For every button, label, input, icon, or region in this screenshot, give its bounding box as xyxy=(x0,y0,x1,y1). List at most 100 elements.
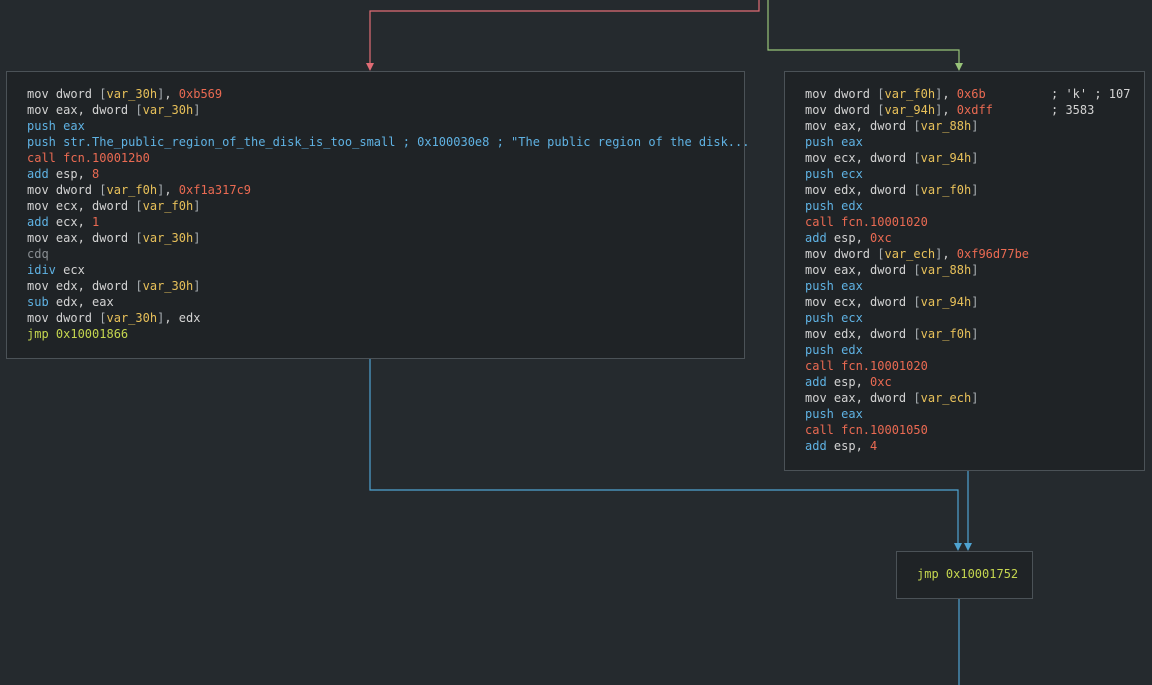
instruction-mnemonic: mov xyxy=(27,87,49,101)
basic-block-left[interactable]: mov dword [var_30h], 0xb569 mov eax, dwor… xyxy=(6,71,749,359)
instruction-line[interactable]: add ecx, 1 xyxy=(27,214,749,230)
instruction-line[interactable]: mov dword [var_f0h], 0x6b; 'k' ; 107 xyxy=(805,86,1130,102)
instruction-line[interactable]: push edx xyxy=(805,198,1029,214)
instruction-operands: eax, dword xyxy=(826,263,914,277)
instruction-line[interactable]: mov eax, dword [var_88h] xyxy=(805,262,1029,278)
instruction-line[interactable]: mov ecx, dword [var_f0h] xyxy=(27,198,749,214)
instruction-mnemonic: cdq xyxy=(27,247,49,261)
instruction-line[interactable]: push eax xyxy=(805,134,1029,150)
instruction-line[interactable]: jmp 0x10001752 xyxy=(917,566,1018,582)
instruction-line[interactable]: jmp 0x10001866 xyxy=(27,326,749,342)
instruction-line[interactable]: mov edx, dword [var_30h] xyxy=(27,278,749,294)
instruction-operands: eax xyxy=(833,407,863,421)
instruction-mnemonic: call xyxy=(805,215,834,229)
bracket: [ xyxy=(877,103,885,117)
stack-variable: var_94h xyxy=(920,151,972,165)
instruction-line[interactable]: mov dword [var_30h], 0xb569 xyxy=(27,86,749,102)
instruction-line[interactable]: push ecx xyxy=(805,310,1029,326)
block-left-code: mov dword [var_30h], 0xb569 mov eax, dwor… xyxy=(27,86,749,342)
instruction-line[interactable]: sub edx, eax xyxy=(27,294,749,310)
basic-block-jmp[interactable]: jmp 0x10001752 xyxy=(896,551,1033,599)
bracket: [ xyxy=(135,279,143,293)
instruction-line[interactable]: call fcn.10001020 xyxy=(805,358,1029,374)
instruction-mnemonic: mov xyxy=(805,327,827,341)
bracket: [ xyxy=(877,247,885,261)
instruction-operands: esp, xyxy=(826,231,871,245)
instruction-line[interactable]: push eax xyxy=(27,118,749,134)
instruction-line[interactable]: idiv ecx xyxy=(27,262,749,278)
instruction-line[interactable]: mov eax, dword [var_30h] xyxy=(27,102,749,118)
block-jmp-code: jmp 0x10001752 xyxy=(917,566,1018,582)
instruction-line[interactable]: mov eax, dword [var_88h] xyxy=(805,118,1029,134)
bracket: [ xyxy=(877,87,885,101)
instruction-operands: edx, dword xyxy=(48,279,136,293)
instruction-operands: ecx xyxy=(55,263,85,277)
instruction-line[interactable]: push edx xyxy=(805,342,1029,358)
instruction-line[interactable]: mov ecx, dword [var_94h] xyxy=(805,294,1029,310)
bracket: [ xyxy=(913,183,921,197)
instruction-line[interactable]: push str.The_public_region_of_the_disk_i… xyxy=(27,134,749,150)
stack-variable: var_94h xyxy=(884,103,936,117)
edge-true-arrowhead xyxy=(955,63,963,71)
instruction-line[interactable]: push ecx xyxy=(805,166,1029,182)
instruction-line[interactable]: mov dword [var_ech], 0xf96d77be xyxy=(805,246,1029,262)
instruction-line[interactable]: push eax xyxy=(805,406,1029,422)
edge-left-arrowhead xyxy=(954,543,962,551)
instruction-operands: fcn.10001050 xyxy=(833,423,928,437)
instruction-mnemonic: call xyxy=(805,423,834,437)
immediate-value: 0x6b xyxy=(956,87,986,101)
instruction-line[interactable]: mov ecx, dword [var_94h] xyxy=(805,150,1029,166)
stack-variable: var_30h xyxy=(142,279,194,293)
bracket: [ xyxy=(135,231,143,245)
instruction-mnemonic: mov xyxy=(27,231,49,245)
instruction-mnemonic: mov xyxy=(805,87,827,101)
bracket: [ xyxy=(913,263,921,277)
instruction-line[interactable]: add esp, 0xc xyxy=(805,230,1029,246)
instruction-mnemonic: mov xyxy=(805,295,827,309)
bracket: [ xyxy=(135,103,143,117)
instruction-line[interactable]: push eax xyxy=(805,278,1029,294)
instruction-mnemonic: mov xyxy=(805,263,827,277)
instruction-mnemonic: push xyxy=(805,407,834,421)
instruction-mnemonic: mov xyxy=(27,279,49,293)
instruction-operands: dword xyxy=(826,247,878,261)
instruction-operands: eax, dword xyxy=(826,119,914,133)
instruction-mnemonic: mov xyxy=(805,119,827,133)
instruction-line[interactable]: add esp, 8 xyxy=(27,166,749,182)
instruction-line[interactable]: mov eax, dword [var_30h] xyxy=(27,230,749,246)
basic-block-right[interactable]: mov dword [var_f0h], 0x6b; 'k' ; 107 mov … xyxy=(784,71,1145,471)
instruction-operands: edx xyxy=(833,199,863,213)
instruction-line[interactable]: call fcn.10001020 xyxy=(805,214,1029,230)
instruction-mnemonic: push xyxy=(27,119,56,133)
bracket: ] xyxy=(971,327,979,341)
instruction-line[interactable]: add esp, 4 xyxy=(805,438,1029,454)
instruction-line[interactable]: mov dword [var_94h], 0xdff; 3583 xyxy=(805,102,1094,118)
operand-separator: , xyxy=(942,103,957,117)
instruction-line[interactable]: mov eax, dword [var_ech] xyxy=(805,390,1029,406)
instruction-operands: edx xyxy=(833,343,863,357)
immediate-value: 0xb569 xyxy=(178,87,223,101)
instruction-operands: ecx xyxy=(833,311,863,325)
instruction-line[interactable]: mov dword [var_f0h], 0xf1a317c9 xyxy=(27,182,749,198)
immediate-value: 0xc xyxy=(870,231,892,245)
instruction-operands: ecx, dword xyxy=(826,295,914,309)
immediate-value: 8 xyxy=(92,167,100,181)
instruction-line[interactable]: mov dword [var_30h], edx xyxy=(27,310,749,326)
instruction-operands: 0x10001866 xyxy=(48,327,129,341)
instruction-line[interactable]: mov edx, dword [var_f0h] xyxy=(805,182,1029,198)
immediate-value: 0xdff xyxy=(956,103,993,117)
instruction-mnemonic: mov xyxy=(27,103,49,117)
instruction-mnemonic: push xyxy=(805,167,834,181)
instruction-mnemonic: jmp xyxy=(917,567,939,581)
instruction-operands: dword xyxy=(826,87,878,101)
instruction-mnemonic: mov xyxy=(27,199,49,213)
bracket: ] xyxy=(193,103,201,117)
instruction-line[interactable]: call fcn.100012b0 xyxy=(27,150,749,166)
instruction-operands: eax, dword xyxy=(826,391,914,405)
stack-variable: var_88h xyxy=(920,119,972,133)
instruction-line[interactable]: call fcn.10001050 xyxy=(805,422,1029,438)
instruction-line[interactable]: mov edx, dword [var_f0h] xyxy=(805,326,1029,342)
instruction-operands: esp, xyxy=(826,439,871,453)
instruction-line[interactable]: cdq xyxy=(27,246,749,262)
instruction-line[interactable]: add esp, 0xc xyxy=(805,374,1029,390)
